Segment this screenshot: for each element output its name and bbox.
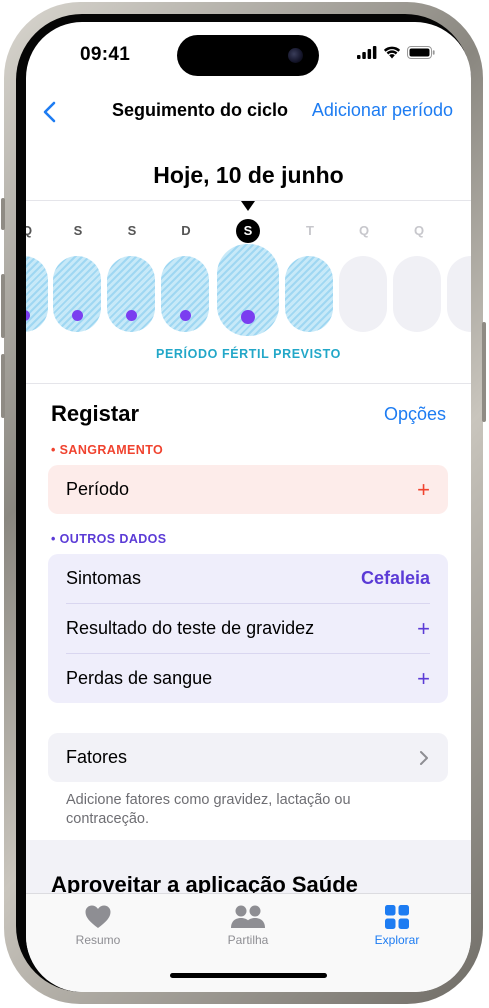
tab-summary[interactable]: Resumo (48, 904, 148, 947)
phone-frame: 09:41 Seguimento do ciclo Adicionar perí… (1, 2, 486, 1004)
pregnancy-test-row[interactable]: Resultado do teste de gravidez + (66, 604, 430, 653)
today-pointer-icon (241, 201, 255, 211)
date-header: Hoje, 10 de junho (153, 162, 344, 188)
log-section-title: Registar (51, 401, 140, 426)
symptoms-value: Cefaleia (360, 568, 430, 588)
symptoms-row[interactable]: Sintomas Cefaleia (66, 554, 430, 603)
tab-summary-label: Resumo (75, 933, 121, 947)
nav-title: Seguimento do ciclo (112, 100, 289, 120)
period-label: Período (66, 479, 130, 499)
plus-icon: + (417, 665, 430, 691)
tab-explore[interactable]: Explorar (347, 904, 447, 947)
day-letter: Q (26, 223, 33, 238)
log-dot (71, 310, 83, 321)
calendar-day-today[interactable] (217, 244, 279, 336)
status-time: 09:41 (80, 44, 131, 65)
log-dot (241, 310, 255, 324)
calendar-day-future[interactable] (339, 256, 387, 332)
pregnancy-test-label: Resultado do teste de gravidez (66, 618, 315, 638)
wifi-icon (383, 46, 401, 59)
today-badge: S (236, 219, 260, 243)
log-dot (26, 310, 30, 321)
people-icon (231, 905, 265, 928)
heart-icon (85, 905, 111, 928)
calendar-day-fertile[interactable] (26, 256, 48, 332)
spotting-row[interactable]: Perdas de sangue + (66, 654, 430, 703)
other-data-category-label: • OUTROS DADOS (51, 532, 167, 546)
add-period-button[interactable]: Adicionar período (312, 100, 453, 121)
log-dot (179, 310, 191, 321)
chevron-right-icon (420, 750, 428, 765)
factors-label: Fatores (66, 747, 128, 767)
calendar-day-fertile[interactable] (107, 256, 155, 332)
calendar-day-future[interactable] (447, 256, 471, 332)
action-button (1, 198, 5, 230)
plus-icon: + (417, 476, 430, 502)
day-letter: S (73, 223, 83, 238)
status-icons (357, 46, 435, 59)
calendar-day-future[interactable] (393, 256, 441, 332)
factors-row[interactable]: Fatores (48, 733, 448, 782)
day-letter: Q (358, 223, 370, 238)
options-button[interactable]: Opções (384, 404, 446, 425)
period-row-content: Período + (66, 465, 430, 514)
day-letter: D (181, 223, 191, 238)
log-dot (125, 310, 137, 321)
volume-down-button (1, 354, 5, 418)
chevron-left-icon (43, 101, 56, 123)
volume-up-button (1, 274, 5, 338)
fertile-window-label: PERÍODO FÉRTIL PREVISTO (156, 347, 341, 361)
symptoms-label: Sintomas (66, 568, 142, 588)
battery-icon (407, 46, 435, 59)
calendar-day-fertile[interactable] (53, 256, 101, 332)
spotting-label: Perdas de sangue (66, 668, 213, 688)
screen: 09:41 Seguimento do ciclo Adicionar perí… (26, 22, 471, 992)
tab-sharing-label: Partilha (227, 933, 269, 947)
camera-icon (288, 48, 303, 63)
dynamic-island (177, 35, 319, 76)
calendar-day-fertile[interactable] (161, 256, 209, 332)
factors-row-content: Fatores (66, 733, 430, 782)
factors-hint: Adicione fatores como gravidez, lactação… (66, 792, 351, 827)
other-data-card: Sintomas Cefaleia Resultado do teste de … (48, 554, 448, 703)
cellular-signal-icon (357, 46, 377, 59)
navigation-bar: Seguimento do ciclo Adicionar período (26, 96, 471, 132)
day-letter: S (127, 223, 137, 238)
side-button (482, 322, 486, 422)
plus-icon: + (417, 615, 430, 641)
home-indicator[interactable] (170, 973, 327, 978)
period-row[interactable]: Período + (48, 465, 448, 514)
tab-sharing[interactable]: Partilha (198, 904, 298, 947)
grid-icon (385, 905, 409, 929)
bleeding-category-label: • SANGRAMENTO (51, 443, 164, 457)
calendar-day-fertile[interactable] (285, 256, 333, 332)
tab-explore-label: Explorar (374, 933, 420, 947)
divider (26, 383, 471, 384)
day-letter: Q (413, 223, 425, 238)
day-letter: T (306, 223, 314, 238)
back-button[interactable] (36, 98, 66, 128)
